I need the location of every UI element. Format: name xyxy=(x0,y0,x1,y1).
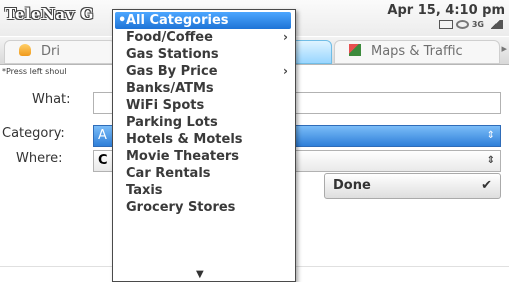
what-label: What: xyxy=(32,92,71,107)
scroll-down-arrow-icon[interactable]: ▼ xyxy=(196,269,204,280)
tab-scroll-right-icon[interactable]: ▸ xyxy=(501,42,507,55)
dropdown-item-label: WiFi Spots xyxy=(126,98,205,113)
signal-icon xyxy=(487,20,503,29)
category-value: A xyxy=(98,128,107,143)
dropdown-item-hotels-motels[interactable]: Hotels & Motels xyxy=(115,131,291,148)
tab-drive-label: Dri xyxy=(41,44,60,59)
tab-maps-traffic[interactable]: Maps & Traffic xyxy=(334,40,500,64)
screen: TeleNav G Apr 15, 4:10 pm 3G Dri Maps & … xyxy=(0,0,509,282)
status-icons: 3G xyxy=(438,20,503,29)
dropdown-item-all-categories[interactable]: • All Categories xyxy=(115,12,291,29)
dropdown-item-label: Parking Lots xyxy=(126,115,218,130)
done-button[interactable]: Done ✔ xyxy=(324,173,501,199)
sync-icon xyxy=(455,20,469,29)
dropdown-item-label: Movie Theaters xyxy=(126,149,240,164)
app-title: TeleNav G xyxy=(5,5,94,23)
dropdown-item-label: Food/Coffee xyxy=(126,30,213,45)
spin-arrows-icon: ⇕ xyxy=(486,155,495,166)
status-datetime: Apr 15, 4:10 pm xyxy=(387,3,505,18)
tab-drive[interactable]: Dri xyxy=(4,40,116,64)
dropdown-item-wifi-spots[interactable]: WiFi Spots xyxy=(115,97,291,114)
dropdown-item-label: Taxis xyxy=(126,183,163,198)
dropdown-item-taxis[interactable]: Taxis xyxy=(115,182,291,199)
submenu-chevron-icon: › xyxy=(283,30,288,44)
dropdown-item-label: Car Rentals xyxy=(126,166,211,181)
category-label: Category: xyxy=(2,126,65,141)
dropdown-item-banks-atms[interactable]: Banks/ATMs xyxy=(115,80,291,97)
submenu-chevron-icon: › xyxy=(283,64,288,78)
dropdown-item-label: All Categories xyxy=(126,13,229,28)
tab-maps-label: Maps & Traffic xyxy=(371,44,463,59)
dropdown-item-car-rentals[interactable]: Car Rentals xyxy=(115,165,291,182)
dropdown-item-gas-by-price[interactable]: Gas By Price › xyxy=(115,63,291,80)
dropdown-item-label: Grocery Stores xyxy=(126,200,236,215)
dropdown-item-label: Hotels & Motels xyxy=(126,132,243,147)
checkmark-icon: ✔ xyxy=(481,178,492,193)
car-icon xyxy=(19,44,31,56)
done-label: Done xyxy=(333,178,371,193)
dropdown-item-label: Gas Stations xyxy=(126,47,219,62)
where-label: Where: xyxy=(16,151,63,166)
dropdown-item-grocery-stores[interactable]: Grocery Stores xyxy=(115,199,291,216)
dropdown-item-food-coffee[interactable]: Food/Coffee › xyxy=(115,29,291,46)
category-dropdown[interactable]: • All Categories Food/Coffee › Gas Statio… xyxy=(112,9,296,282)
dropdown-item-movie-theaters[interactable]: Movie Theaters xyxy=(115,148,291,165)
hint-text: *Press left shoul xyxy=(2,67,67,76)
dropdown-item-label: Gas By Price xyxy=(126,64,218,79)
where-value: C xyxy=(98,153,108,168)
spin-arrows-icon: ⇕ xyxy=(486,130,495,141)
map-icon xyxy=(349,44,361,56)
dropdown-item-gas-stations[interactable]: Gas Stations xyxy=(115,46,291,63)
mail-icon xyxy=(438,20,453,29)
dropdown-item-label: Banks/ATMs xyxy=(126,81,214,96)
selected-bullet-icon: • xyxy=(118,13,127,28)
network-3g-icon: 3G xyxy=(471,20,484,29)
dropdown-item-parking-lots[interactable]: Parking Lots xyxy=(115,114,291,131)
